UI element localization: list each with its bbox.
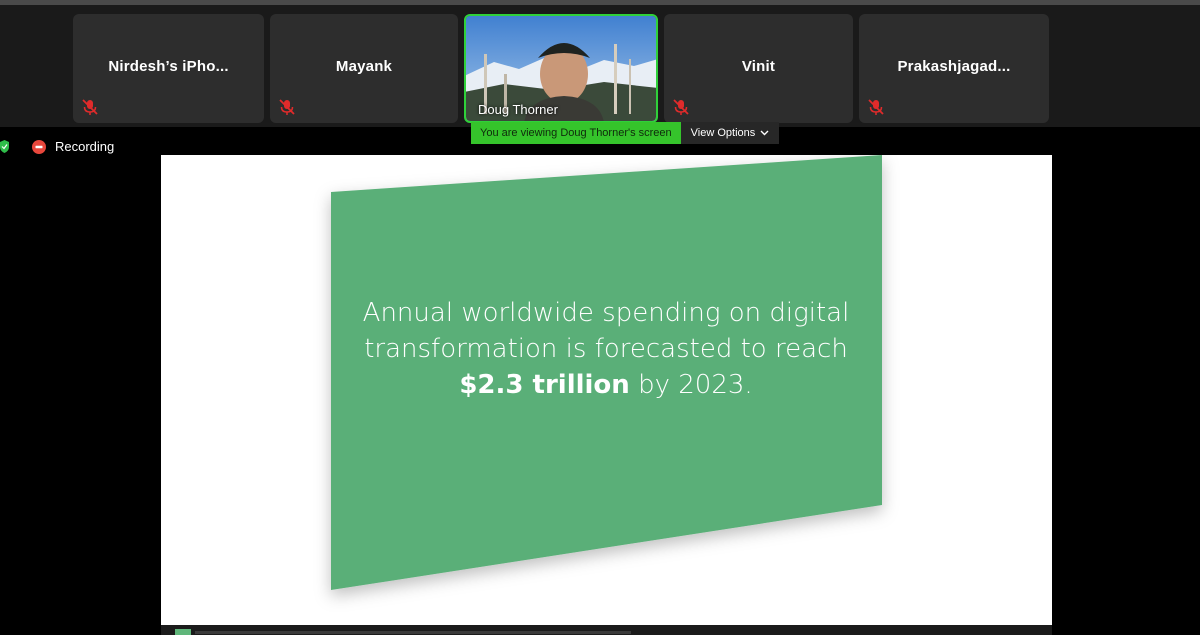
- slide-text-before: Annual worldwide spending on digital tra…: [362, 298, 850, 364]
- participant-tile-prakashjagad[interactable]: Prakashjagad...: [859, 14, 1049, 123]
- slide-text-bold: $2.3 trillion: [459, 370, 630, 400]
- slide-text-after: by 2023.: [629, 370, 753, 400]
- taskbar-app-icon[interactable]: [175, 629, 191, 635]
- chevron-down-icon: [760, 130, 769, 136]
- participant-name: Prakashjagad...: [897, 58, 1011, 75]
- view-options-button[interactable]: View Options: [680, 122, 780, 144]
- muted-mic-icon: [82, 99, 98, 115]
- participant-name: Mayank: [335, 58, 393, 75]
- view-options-label: View Options: [690, 127, 756, 139]
- participant-tile-mayank[interactable]: Mayank: [270, 14, 458, 123]
- participant-tile-nirdesh[interactable]: Nirdesh’s iPho...: [73, 14, 264, 123]
- viewing-screen-message: You are viewing Doug Thorner's screen: [471, 122, 681, 144]
- shared-screen-slide: Annual worldwide spending on digital tra…: [161, 155, 1052, 625]
- participant-name: Vinit: [741, 58, 776, 75]
- shared-screen-taskbar: [161, 625, 1052, 635]
- recording-dot-icon[interactable]: [31, 139, 47, 155]
- participant-name: Nirdesh’s iPho...: [108, 58, 229, 75]
- participant-strip: Nirdesh’s iPho... Mayank Doug Thorner Vi…: [0, 5, 1200, 127]
- participant-name: Doug Thorner: [478, 102, 558, 117]
- muted-mic-icon: [868, 99, 884, 115]
- shield-check-icon[interactable]: [0, 140, 9, 153]
- participant-tile-doug-thorner[interactable]: Doug Thorner: [464, 14, 658, 123]
- screen-share-bar: You are viewing Doug Thorner's screen Vi…: [471, 122, 780, 144]
- participant-tile-vinit[interactable]: Vinit: [664, 14, 853, 123]
- muted-mic-icon: [673, 99, 689, 115]
- muted-mic-icon: [279, 99, 295, 115]
- taskbar-track: [195, 631, 631, 634]
- recording-label: Recording: [55, 139, 115, 154]
- slide-headline: Annual worldwide spending on digital tra…: [336, 295, 876, 403]
